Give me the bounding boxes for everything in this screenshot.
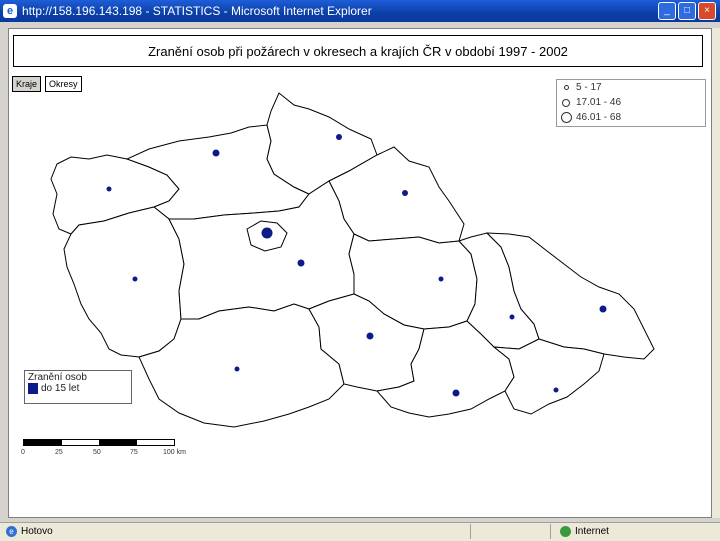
zone-text: Internet <box>575 526 609 537</box>
key-title: Zranění osob <box>28 372 87 383</box>
tab-okresy[interactable]: Okresy <box>45 76 82 92</box>
maximize-button[interactable]: □ <box>678 2 696 20</box>
marker-pardubicky[interactable] <box>438 276 444 282</box>
key-item: do 15 let <box>28 383 128 394</box>
scale-bar: 0 25 50 75 100 km <box>21 439 193 461</box>
marker-olomoucky[interactable] <box>509 314 515 320</box>
legend-label: 46.01 - 68 <box>576 112 622 123</box>
color-swatch <box>28 383 38 394</box>
scale-tick: 100 km <box>163 449 186 456</box>
marker-zlinsky[interactable] <box>553 387 559 393</box>
minimize-button[interactable]: _ <box>658 2 676 20</box>
legend-item: 17.01 - 46 <box>557 95 705 110</box>
marker-jihocesky[interactable] <box>234 366 240 372</box>
vertical-scrollbar[interactable] <box>712 28 720 518</box>
color-key: Zranění osob do 15 let <box>24 370 132 404</box>
window-controls: _ □ × <box>658 2 716 20</box>
tab-kraje[interactable]: Kraje <box>12 76 42 92</box>
map-level-tabs: Kraje Okresy <box>12 76 82 92</box>
region-plzensky[interactable] <box>63 206 185 358</box>
legend-item: 46.01 - 68 <box>557 110 705 125</box>
marker-plzensky[interactable] <box>132 276 138 282</box>
marker-moravskoslezsky[interactable] <box>599 305 607 313</box>
scale-tick: 0 <box>21 449 25 456</box>
size-legend: 5 - 17 17.01 - 46 46.01 - 68 <box>556 79 706 127</box>
marker-praha[interactable] <box>261 227 273 239</box>
scale-tick: 25 <box>55 449 63 456</box>
status-bar: e Hotovo Internet <box>0 522 720 541</box>
marker-karlovarsky[interactable] <box>106 186 112 192</box>
marker-kralovehradecky[interactable] <box>402 190 408 196</box>
marker-stredocesky[interactable] <box>297 259 305 267</box>
legend-label: 17.01 - 46 <box>576 97 622 108</box>
status-text: Hotovo <box>21 526 53 537</box>
key-item-label: do 15 let <box>41 383 80 395</box>
window-title: http://158.196.143.198 - STATISTICS - Mi… <box>22 4 372 18</box>
marker-liberecky[interactable] <box>336 134 342 140</box>
marker-jihomoravsky[interactable] <box>452 389 460 397</box>
scale-tick: 75 <box>130 449 138 456</box>
page-viewport: Zranění osob při požárech v okresech a k… <box>8 28 712 518</box>
medium-circle-icon <box>562 98 570 107</box>
small-circle-icon <box>564 85 569 90</box>
marker-ustecky[interactable] <box>212 149 220 157</box>
close-button[interactable]: × <box>698 2 716 20</box>
globe-icon <box>560 526 571 537</box>
large-circle-icon <box>561 112 572 123</box>
legend-item: 5 - 17 <box>557 80 705 95</box>
scale-tick: 50 <box>93 449 101 456</box>
page-icon: e <box>6 526 17 537</box>
ie-icon: e <box>3 4 17 18</box>
marker-vysocina[interactable] <box>366 332 374 340</box>
legend-label: 5 - 17 <box>576 82 602 93</box>
window-titlebar: e http://158.196.143.198 - STATISTICS - … <box>0 0 720 22</box>
